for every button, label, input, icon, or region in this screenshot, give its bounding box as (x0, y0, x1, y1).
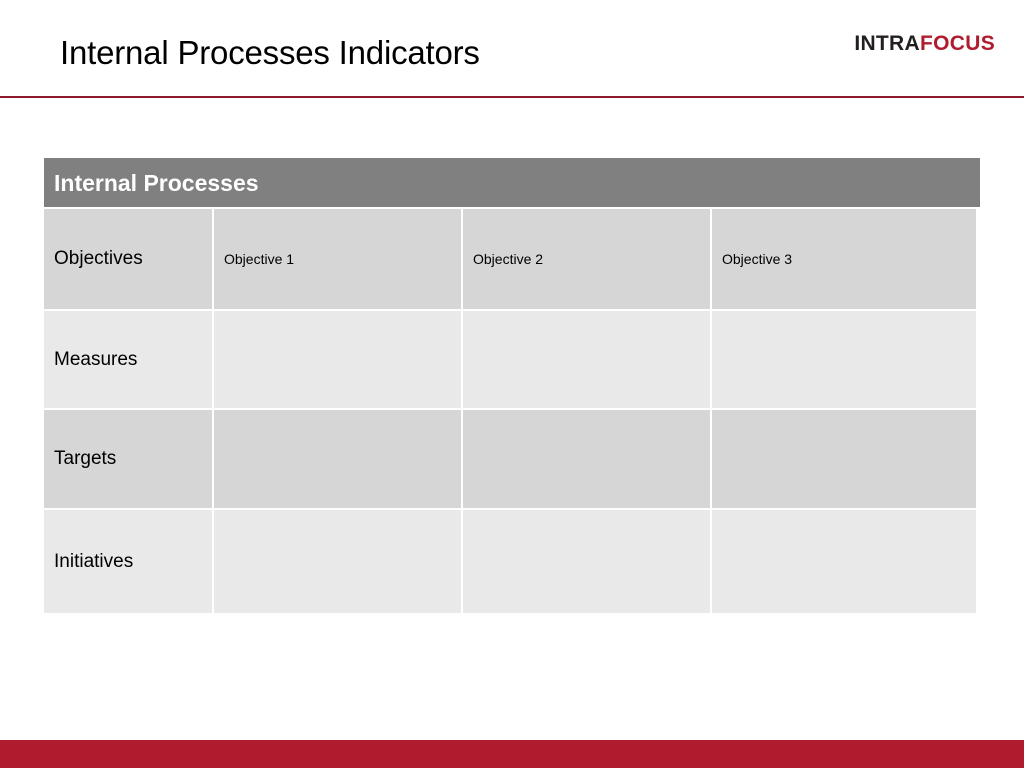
cell-targets-1[interactable] (214, 410, 461, 508)
cell-measures-3[interactable] (712, 311, 976, 408)
cell-initiatives-3[interactable] (712, 510, 976, 613)
table-row: Targets (44, 410, 980, 508)
row-label-measures: Measures (54, 348, 138, 370)
row-label-cell-measures[interactable]: Measures (44, 311, 212, 408)
footer-accent-bar (0, 740, 1024, 768)
header-divider-rule (0, 96, 1024, 98)
slide-header: Internal Processes Indicators INTRAFOCUS (0, 0, 1024, 97)
brand-logo-intra: INTRA (854, 32, 920, 55)
row-label-cell-objectives[interactable]: Objectives (44, 209, 212, 309)
scorecard-band-header: Internal Processes (44, 158, 980, 207)
row-label-targets: Targets (54, 448, 117, 469)
cell-objectives-2[interactable]: Objective 2 (463, 209, 710, 309)
cell-objectives-1[interactable]: Objective 1 (214, 209, 461, 309)
scorecard-band-label: Internal Processes (54, 169, 259, 196)
row-label-cell-targets[interactable]: Targets (44, 410, 212, 508)
brand-logo: INTRAFOCUS (854, 32, 995, 56)
scorecard-table: Internal Processes Objectives Objective … (44, 158, 980, 613)
cell-measures-2[interactable] (463, 311, 710, 408)
cell-measures-1[interactable] (214, 311, 461, 408)
row-label-cell-initiatives[interactable]: Initiatives (44, 510, 212, 613)
cell-initiatives-2[interactable] (463, 510, 710, 613)
cell-text-objectives-2: Objective 2 (473, 251, 544, 267)
cell-text-objectives-1: Objective 1 (224, 251, 295, 267)
table-row: Measures (44, 311, 980, 408)
row-label-objectives: Objectives (54, 248, 143, 269)
cell-initiatives-1[interactable] (214, 510, 461, 613)
brand-logo-focus: FOCUS (920, 32, 995, 55)
cell-targets-3[interactable] (712, 410, 976, 508)
row-label-initiatives: Initiatives (54, 550, 134, 572)
page-title: Internal Processes Indicators (60, 34, 480, 71)
cell-targets-2[interactable] (463, 410, 710, 508)
cell-text-objectives-3: Objective 3 (722, 251, 793, 267)
table-row: Initiatives (44, 510, 980, 613)
table-row: Objectives Objective 1 Objective 2 Objec… (44, 209, 980, 309)
cell-objectives-3[interactable]: Objective 3 (712, 209, 976, 309)
